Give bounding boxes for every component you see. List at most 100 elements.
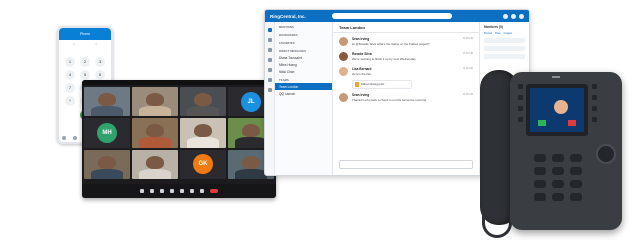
dial-key[interactable]	[534, 193, 546, 201]
message-author[interactable]: Sean Irving	[352, 93, 459, 97]
nav-video-icon[interactable]	[72, 136, 77, 140]
line-key[interactable]	[592, 84, 597, 89]
message-text: Here's the file!	[352, 72, 372, 76]
line-key[interactable]	[518, 106, 523, 111]
keypad-key[interactable]: 6	[95, 70, 105, 80]
keypad-key[interactable]: 2	[80, 57, 90, 67]
participant-tile[interactable]: GK	[180, 149, 226, 179]
message-text: We're working to finish it up by next We…	[352, 57, 417, 61]
mobile-tab-contacts[interactable]: ▪	[95, 42, 96, 46]
dial-key[interactable]	[534, 154, 546, 162]
calendar-icon[interactable]	[267, 78, 272, 82]
file-attachment[interactable]: Fallout-strategy.pptx	[352, 80, 412, 89]
pinned-item[interactable]	[484, 46, 525, 51]
dial-key[interactable]	[534, 180, 546, 188]
record-icon[interactable]	[190, 189, 194, 193]
chat-icon[interactable]	[180, 189, 184, 193]
dial-key[interactable]	[570, 167, 582, 175]
conversation-section-header[interactable]: TEAMS	[275, 75, 332, 83]
conversation-item[interactable]: QQ Launch	[275, 90, 332, 97]
avatar[interactable]	[519, 13, 524, 19]
participant-tile[interactable]	[84, 87, 130, 117]
conversation-section-header[interactable]: MENTIONS	[275, 22, 332, 30]
line-key[interactable]	[592, 95, 597, 100]
leave-meeting-button[interactable]	[210, 189, 218, 193]
avatar[interactable]	[339, 67, 348, 76]
tab-files[interactable]: Files	[495, 32, 500, 35]
dial-key[interactable]	[552, 180, 564, 188]
line-key[interactable]	[518, 117, 523, 122]
participant-body	[138, 137, 172, 148]
message-author[interactable]: Lisa Bernard	[352, 67, 459, 71]
keypad-key[interactable]: 5	[80, 70, 90, 80]
participant-tile[interactable]	[180, 118, 226, 148]
more-icon[interactable]	[200, 189, 204, 193]
apps-icon[interactable]	[511, 13, 516, 19]
tab-images[interactable]: Images	[504, 32, 513, 35]
keypad-key[interactable]: 7	[65, 83, 75, 93]
conversation-item[interactable]: Miles Huang	[275, 61, 332, 68]
keypad-key[interactable]: 1	[65, 57, 75, 67]
dial-key[interactable]	[534, 167, 546, 175]
message-list: Sean Irving Hi @Rosalie Silva what's the …	[333, 33, 479, 104]
dial-key[interactable]	[552, 167, 564, 175]
conversation-item[interactable]: Team London	[275, 83, 332, 90]
conversation-section-header[interactable]: FAVORITES	[275, 38, 332, 46]
mute-icon[interactable]	[140, 189, 144, 193]
nav-message-icon[interactable]	[62, 136, 67, 140]
dial-key[interactable]	[570, 193, 582, 201]
dial-key[interactable]	[552, 193, 564, 201]
conversation-section-header[interactable]: BOOKMARKS	[275, 30, 332, 38]
conversation-item[interactable]: Diana Toussaint	[275, 54, 332, 61]
navigation-pad[interactable]	[596, 144, 616, 164]
contacts-icon[interactable]	[267, 68, 272, 72]
dial-key[interactable]	[552, 154, 564, 162]
reject-button[interactable]	[568, 120, 576, 126]
video-icon[interactable]	[150, 189, 154, 193]
message-item: Rosalie Silva We're working to finish it …	[333, 48, 479, 63]
dial-key[interactable]	[570, 180, 582, 188]
participant-body	[186, 106, 220, 117]
video-icon[interactable]	[267, 38, 272, 42]
answer-button[interactable]	[538, 120, 546, 126]
participant-face	[145, 124, 165, 138]
pinned-item[interactable]	[484, 38, 525, 43]
conversation-section-header[interactable]: DIRECT MESSAGES	[275, 46, 332, 54]
pinned-item[interactable]	[484, 54, 525, 59]
participant-tile[interactable]	[132, 149, 178, 179]
avatar[interactable]	[339, 37, 348, 46]
meeting-controls	[82, 184, 276, 198]
message-author[interactable]: Rosalie Silva	[352, 52, 459, 56]
settings-icon[interactable]	[267, 88, 272, 92]
line-key[interactable]	[518, 84, 523, 89]
line-key[interactable]	[592, 117, 597, 122]
phone-icon[interactable]	[267, 48, 272, 52]
message-composer[interactable]	[339, 160, 473, 169]
participant-tile[interactable]	[180, 87, 226, 117]
keypad-key[interactable]: 3	[95, 57, 105, 67]
mobile-tab-keypad[interactable]: ▪	[73, 42, 74, 46]
messages-icon[interactable]	[267, 28, 272, 32]
line-key[interactable]	[518, 95, 523, 100]
file-icon	[355, 82, 359, 87]
participant-body	[234, 137, 268, 148]
avatar[interactable]	[339, 93, 348, 102]
share-icon[interactable]	[170, 189, 174, 193]
participant-tile[interactable]	[132, 87, 178, 117]
message-timestamp: 11:30 AM	[462, 52, 473, 55]
help-icon[interactable]	[503, 13, 508, 19]
inbox-icon[interactable]	[267, 58, 272, 62]
keypad-key[interactable]: *	[65, 96, 75, 106]
message-author[interactable]: Sean Irving	[352, 37, 459, 41]
keypad-key[interactable]: 4	[65, 70, 75, 80]
participants-icon[interactable]	[160, 189, 164, 193]
dial-key[interactable]	[570, 154, 582, 162]
participant-tile[interactable]: MH	[84, 118, 130, 148]
conversation-item[interactable]: Nikki Chan	[275, 68, 332, 75]
tab-pinned[interactable]: Pinned	[484, 32, 492, 35]
line-key[interactable]	[592, 106, 597, 111]
search-input[interactable]	[332, 13, 452, 19]
participant-tile[interactable]	[84, 149, 130, 179]
participant-tile[interactable]	[132, 118, 178, 148]
avatar[interactable]	[339, 52, 348, 61]
